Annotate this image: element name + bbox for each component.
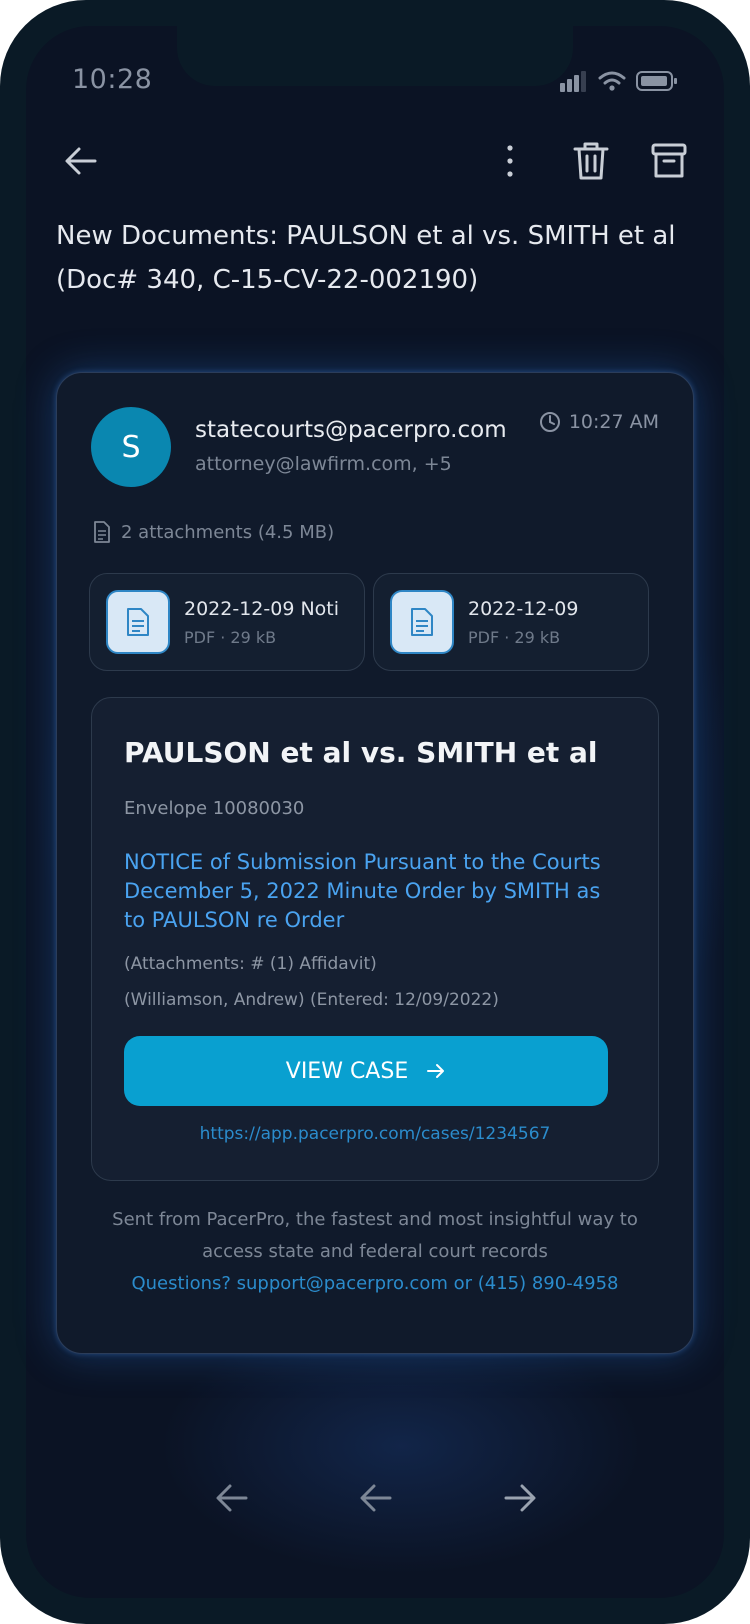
email-toolbar (0, 136, 750, 186)
email-subject: New Documents: PAULSON et al vs. SMITH e… (56, 221, 676, 295)
arrow-left-icon (65, 147, 97, 175)
attachment-thumbnail (390, 590, 454, 654)
attachment-name: 2022-12-09 (468, 598, 579, 620)
attachments-summary: 2 attachments (4.5 MB) (93, 521, 334, 543)
email-time-label: 10:27 AM (568, 411, 659, 433)
next-message-button[interactable] (496, 1474, 544, 1522)
back-button[interactable] (56, 136, 106, 186)
view-case-button[interactable]: VIEW CASE (124, 1036, 608, 1106)
notch (177, 26, 573, 86)
arrow-right-icon (427, 1064, 445, 1078)
attachment-thumbnail (106, 590, 170, 654)
status-icons (560, 70, 678, 92)
sender-avatar: S (91, 407, 171, 487)
case-entered: (Williamson, Andrew) (Entered: 12/09/202… (124, 990, 499, 1010)
message-navigation (0, 1474, 750, 1524)
case-attachments: (Attachments: # (1) Affidavit) (124, 954, 377, 974)
attachment-card[interactable]: 2022-12-09 Noti PDF · 29 kB (89, 573, 365, 671)
email-time: 10:27 AM (539, 411, 659, 433)
support-contact-link[interactable]: Questions? support@pacerpro.com or (415)… (57, 1273, 693, 1294)
more-vertical-icon (507, 145, 513, 177)
reply-button[interactable] (208, 1474, 256, 1522)
signal-icon (560, 71, 586, 92)
email-card: S statecourts@pacerpro.com attorney@lawf… (56, 372, 694, 1354)
battery-icon (636, 71, 677, 91)
footer-text: Sent from PacerPro, the fastest and most… (112, 1209, 638, 1230)
document-icon (94, 521, 110, 543)
case-details: PAULSON et al vs. SMITH et al Envelope 1… (91, 697, 659, 1181)
sender-email[interactable]: statecourts@pacerpro.com (195, 417, 507, 443)
attachments-summary-label: 2 attachments (4.5 MB) (121, 521, 335, 543)
clock-icon (539, 412, 560, 432)
attachment-card[interactable]: 2022-12-09 PDF · 29 kB (373, 573, 649, 671)
archive-icon (651, 143, 687, 178)
attachment-meta: PDF · 29 kB (184, 628, 277, 647)
footer-text: access state and federal court records (202, 1241, 548, 1262)
case-url-link[interactable]: https://app.pacerpro.com/cases/1234567 (92, 1124, 658, 1144)
delete-button[interactable] (568, 136, 614, 186)
arrow-right-icon (504, 1484, 536, 1512)
notice-link[interactable]: NOTICE of Submission Pursuant to the Cou… (124, 848, 624, 935)
arrow-left-icon (216, 1484, 248, 1512)
status-time: 10:28 (72, 64, 153, 95)
more-options-button[interactable] (492, 136, 528, 186)
pdf-file-icon (411, 608, 433, 636)
attachment-name: 2022-12-09 Noti (184, 598, 340, 620)
arrow-left-icon (360, 1484, 392, 1512)
phone-frame: 10:28 New Documents: PAULSON et al vs. S… (0, 0, 750, 1624)
attachment-meta: PDF · 29 kB (468, 628, 561, 647)
wifi-icon (598, 71, 626, 91)
trash-icon (573, 142, 609, 180)
envelope-number: Envelope 10080030 (124, 798, 305, 819)
case-title: PAULSON et al vs. SMITH et al (124, 736, 598, 769)
pdf-file-icon (127, 608, 149, 636)
recipients[interactable]: attorney@lawfirm.com, +5 (195, 453, 452, 475)
previous-message-button[interactable] (352, 1474, 400, 1522)
archive-button[interactable] (646, 136, 692, 186)
view-case-label: VIEW CASE (285, 1058, 409, 1084)
